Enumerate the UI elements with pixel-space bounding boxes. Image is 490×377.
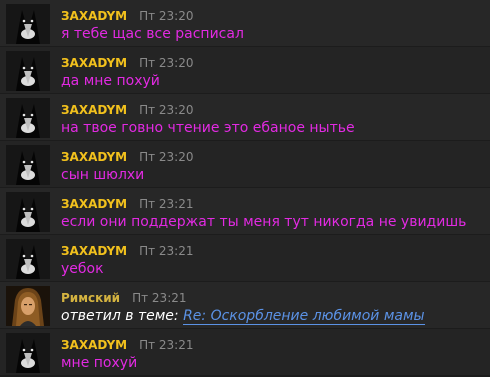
timestamp: Пт 23:20 [139, 103, 194, 117]
message-meta: Римский Пт 23:21 [61, 291, 187, 305]
chat-message: ЗАXADYM Пт 23:20 на твое говно чтение это… [0, 94, 490, 140]
message-text: уебок [61, 261, 104, 277]
timestamp: Пт 23:21 [139, 197, 194, 211]
message-meta: ЗАXADYM Пт 23:20 [61, 150, 194, 164]
message-text: если они поддержат ты меня тут никогда н… [61, 214, 467, 230]
chat-message: ЗАXADYM Пт 23:21 уебок [0, 235, 490, 281]
author-name[interactable]: ЗАXADYM [61, 56, 127, 70]
reply-prefix: ответил в теме: [61, 308, 179, 324]
author-name[interactable]: ЗАXADYM [61, 150, 127, 164]
message-meta: ЗАXADYM Пт 23:21 [61, 197, 194, 211]
timestamp: Пт 23:21 [139, 244, 194, 258]
timestamp: Пт 23:20 [139, 150, 194, 164]
black-cat-avatar-icon[interactable] [6, 192, 50, 232]
message-meta: ЗАXADYM Пт 23:21 [61, 338, 194, 352]
message-text: сын шюлхи [61, 167, 145, 183]
timestamp: Пт 23:20 [139, 9, 194, 23]
message-meta: ЗАXADYM Пт 23:20 [61, 56, 194, 70]
message-text: мне похуй [61, 355, 138, 371]
message-meta: ЗАXADYM Пт 23:20 [61, 9, 194, 23]
black-cat-avatar-icon[interactable] [6, 333, 50, 373]
author-name[interactable]: Римский [61, 291, 120, 305]
topic-link[interactable]: Re: Оскорбление любимой мамы [183, 308, 425, 325]
chat-message: ЗАXADYM Пт 23:20 сын шюлхи [0, 141, 490, 187]
black-cat-avatar-icon[interactable] [6, 4, 50, 44]
message-text: да мне похуй [61, 73, 160, 89]
author-name[interactable]: ЗАXADYM [61, 338, 127, 352]
message-text: я тебе щас все расписал [61, 26, 244, 42]
black-cat-avatar-icon[interactable] [6, 239, 50, 279]
timestamp: Пт 23:20 [139, 56, 194, 70]
author-name[interactable]: ЗАXADYM [61, 197, 127, 211]
chat-message: Римский Пт 23:21 ответил в теме: Re: Оско… [0, 282, 490, 328]
timestamp: Пт 23:21 [132, 291, 187, 305]
author-name[interactable]: ЗАXADYM [61, 103, 127, 117]
chat-message: ЗАXADYM Пт 23:21 если они поддержат ты ме… [0, 188, 490, 234]
long-haired-man-portrait-icon[interactable] [6, 286, 50, 326]
message-meta: ЗАXADYM Пт 23:20 [61, 103, 194, 117]
message-meta: ЗАXADYM Пт 23:21 [61, 244, 194, 258]
chat-message: ЗАXADYM Пт 23:20 я тебе щас все расписал [0, 0, 490, 46]
reply-notice: ответил в теме: Re: Оскорбление любимой … [61, 308, 425, 325]
author-name[interactable]: ЗАXADYM [61, 9, 127, 23]
black-cat-avatar-icon[interactable] [6, 51, 50, 91]
author-name[interactable]: ЗАXADYM [61, 244, 127, 258]
chat-feed: ЗАXADYM Пт 23:20 я тебе щас все расписал … [0, 0, 490, 377]
chat-message: ЗАXADYM Пт 23:20 да мне похуй [0, 47, 490, 93]
timestamp: Пт 23:21 [139, 338, 194, 352]
black-cat-avatar-icon[interactable] [6, 98, 50, 138]
message-text: на твое говно чтение это ебаное нытье [61, 120, 355, 136]
black-cat-avatar-icon[interactable] [6, 145, 50, 185]
chat-message: ЗАXADYM Пт 23:21 мне похуй [0, 329, 490, 375]
